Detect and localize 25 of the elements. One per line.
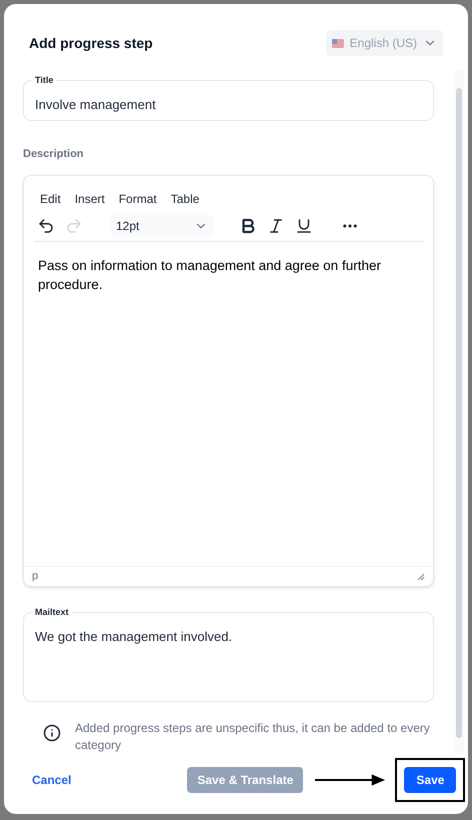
- description-label: Description: [23, 146, 85, 162]
- scrollbar-thumb[interactable]: [456, 88, 462, 738]
- rich-text-editor[interactable]: Edit Insert Format Table 12pt Pass on information to management and agree on further procedure. p: [23, 175, 434, 587]
- editor-menu-item[interactable]: Table: [170, 188, 200, 210]
- cancel-button[interactable]: Cancel: [32, 771, 72, 789]
- resize-handle-icon[interactable]: [417, 572, 425, 580]
- editor-menu-item[interactable]: Format: [118, 188, 157, 210]
- font-size-select[interactable]: 12pt: [110, 214, 214, 237]
- info-note: Added progress steps are unspecific thus, it can be added to every category: [75, 720, 431, 754]
- editor-content: Pass on information to management and agree on further procedure.: [38, 257, 382, 294]
- save-button[interactable]: Save: [404, 767, 456, 793]
- field-label: Mailtext: [32, 606, 72, 618]
- dialog-title: Add progress step: [29, 34, 153, 53]
- field-value: Involve management: [35, 97, 156, 112]
- field-value: We got the management involved.: [35, 629, 232, 644]
- field-label: Title: [32, 74, 56, 86]
- info-icon: [43, 724, 61, 742]
- editor-menu-item[interactable]: Edit: [40, 188, 61, 210]
- editor-menu-item[interactable]: Insert: [74, 188, 105, 210]
- arrow-drawing: [315, 774, 386, 786]
- underline-icon[interactable]: [295, 216, 313, 235]
- element-path: p: [32, 569, 38, 584]
- undo-icon[interactable]: [37, 216, 55, 235]
- italic-icon[interactable]: [267, 216, 285, 235]
- flag-icon: [332, 38, 344, 48]
